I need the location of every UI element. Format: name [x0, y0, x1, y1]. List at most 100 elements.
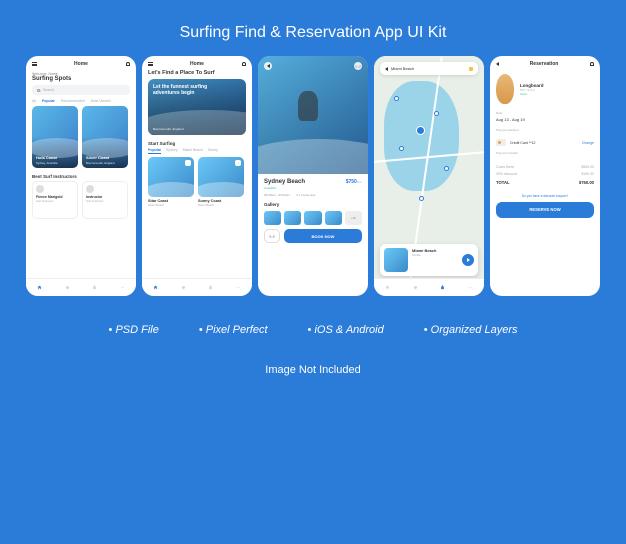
bottom-nav	[26, 278, 136, 296]
chevron-left-icon[interactable]	[385, 67, 388, 71]
bell-icon[interactable]	[125, 62, 130, 67]
bookmark-icon[interactable]	[185, 160, 191, 166]
spot-card[interactable]: Hola Coast Sydney, Australia	[32, 106, 78, 168]
bell-icon[interactable]	[589, 62, 594, 67]
spot-location: Sydney, Australia	[36, 161, 57, 165]
screen-detail: Sydney Beach $750/d-n Available 08:00am …	[258, 56, 368, 296]
change-link[interactable]: Change	[582, 141, 594, 145]
map-pin-selected[interactable]	[416, 126, 425, 135]
heart-icon[interactable]	[65, 285, 70, 290]
row-label: Costs there	[496, 165, 514, 169]
feature-item: Organized Layers	[424, 324, 518, 336]
heart-icon[interactable]	[413, 285, 418, 290]
back-button[interactable]	[264, 62, 272, 70]
bag-icon[interactable]	[208, 285, 213, 290]
product-summary: Longboard 9'0" / 2.4 m Open	[490, 70, 600, 108]
coupon-link[interactable]: Do you have a discount coupon?	[490, 190, 600, 202]
map-search-input[interactable]: Miami Beach	[380, 62, 478, 75]
bookmark-icon[interactable]	[235, 160, 241, 166]
summary-total: TOTAL $760.00	[496, 177, 594, 187]
bag-icon[interactable]	[440, 285, 445, 290]
bottom-nav	[142, 278, 252, 296]
feature-item: PSD File	[109, 324, 159, 336]
features-list: PSD File Pixel Perfect iOS & Android Org…	[0, 296, 626, 346]
tab-popular[interactable]: Popular	[42, 99, 55, 103]
payment-value: Credit Card **12	[510, 141, 535, 145]
tab-sydney[interactable]: Sydney	[166, 148, 178, 154]
favorite-toggle[interactable]	[264, 229, 280, 243]
row-value: $190.00	[581, 172, 594, 176]
total-value: $760.00	[579, 180, 594, 185]
gallery-thumb[interactable]	[325, 211, 342, 225]
product-status: Open	[520, 92, 544, 96]
heart-icon[interactable]	[181, 285, 186, 290]
more-icon[interactable]	[468, 285, 473, 290]
rating-meta: 4.7 review-ties	[296, 193, 315, 197]
gallery-more[interactable]: +10	[345, 211, 362, 225]
instructor-card[interactable]: Instructor Surf Instructor	[82, 181, 128, 219]
search-input[interactable]: Search	[32, 85, 130, 95]
coast-location: Miami Beach	[148, 203, 194, 207]
hero-card[interactable]: Let the funnest surfing adventures begin…	[148, 79, 246, 135]
spot-card-list: Hola Coast Sydney, Australia Silver Coas…	[26, 106, 136, 172]
more-icon[interactable]	[120, 285, 125, 290]
favorite-button[interactable]	[354, 62, 362, 70]
tab-miami[interactable]: Miami Beach	[183, 148, 203, 154]
screen-map: Miami Beach Miami Beach Florida	[374, 56, 484, 296]
header-title: Home	[153, 61, 241, 67]
date-value[interactable]: Aug 13 - Aug 19	[496, 117, 594, 122]
detail-hero-image	[258, 56, 368, 174]
gallery-thumb[interactable]	[304, 211, 321, 225]
footer-note: Image Not Included	[0, 346, 626, 394]
map-pin[interactable]	[394, 96, 399, 101]
time-meta: 08:00am - 04:00pm	[264, 193, 290, 197]
gallery-thumb[interactable]	[264, 211, 281, 225]
screen-home-find: Home Let's Find a Place To Surf Let the …	[142, 56, 252, 296]
payment-method-row[interactable]: Credit Card **12 Change	[490, 137, 600, 148]
header-title: Reservation	[499, 61, 589, 67]
home-icon[interactable]	[385, 285, 390, 290]
more-icon[interactable]	[236, 285, 241, 290]
coast-card[interactable]: Sitar Coast Miami Beach	[148, 157, 194, 207]
map-pin[interactable]	[434, 111, 439, 116]
feature-item: iOS & Android	[308, 324, 384, 336]
map-pin[interactable]	[444, 166, 449, 171]
gallery-thumb[interactable]	[284, 211, 301, 225]
spot-card[interactable]: Silver Coast Bournemouth, England	[82, 106, 128, 168]
summary-row: 20% discount $190.00	[496, 170, 594, 177]
map-pin[interactable]	[399, 146, 404, 151]
tab-most-viewed[interactable]: Most Viewed	[91, 99, 111, 103]
search-value: Miami Beach	[391, 66, 466, 71]
home-icon[interactable]	[153, 285, 158, 290]
filter-icon[interactable]	[469, 67, 473, 71]
spot-name: Hola Coast	[36, 155, 57, 160]
hero-location: Bournemouth, England	[153, 127, 184, 131]
home-icon[interactable]	[37, 285, 42, 290]
date-label: Date	[496, 111, 594, 115]
coast-card[interactable]: Sunny Coast Miami Beach	[198, 157, 244, 207]
map-result-card[interactable]: Miami Beach Florida	[380, 244, 478, 276]
book-now-button[interactable]: BOOK NOW	[284, 229, 362, 243]
gallery-list: +10	[264, 209, 362, 229]
tab-sunny[interactable]: Sunny	[208, 148, 218, 154]
tab-popular[interactable]: Popular	[148, 148, 161, 154]
bag-icon[interactable]	[92, 285, 97, 290]
banner-title: Surfing Find & Reservation App UI Kit	[0, 0, 626, 56]
go-button[interactable]	[462, 254, 474, 266]
hero-title: Let the funnest surfing adventures begin	[153, 84, 226, 96]
detail-title: Sydney Beach	[264, 179, 305, 185]
map-pin[interactable]	[419, 196, 424, 201]
row-value: $950.00	[581, 165, 594, 169]
instructor-card[interactable]: Fleece Marigold Surf Instructor	[32, 181, 78, 219]
location-tabs: Popular Sydney Miami Beach Sunny	[142, 148, 252, 157]
tab-recommended[interactable]: Recommended	[61, 99, 85, 103]
tab-all[interactable]: All	[32, 99, 36, 103]
coast-card-list: Sitar Coast Miami Beach Sunny Coast Miam…	[142, 157, 252, 213]
reserve-now-button[interactable]: RESERVE NOW	[496, 202, 594, 218]
hero-heading: Let's Find a Place To Surf	[142, 70, 252, 79]
summary-label: Payment Details	[496, 151, 594, 155]
screens-row: Home Welcome, Name Surfing Spots Search …	[0, 56, 626, 296]
summary-row: Costs there $950.00	[496, 163, 594, 170]
bell-icon[interactable]	[241, 62, 246, 67]
page-heading: Surfing Spots	[26, 76, 136, 85]
